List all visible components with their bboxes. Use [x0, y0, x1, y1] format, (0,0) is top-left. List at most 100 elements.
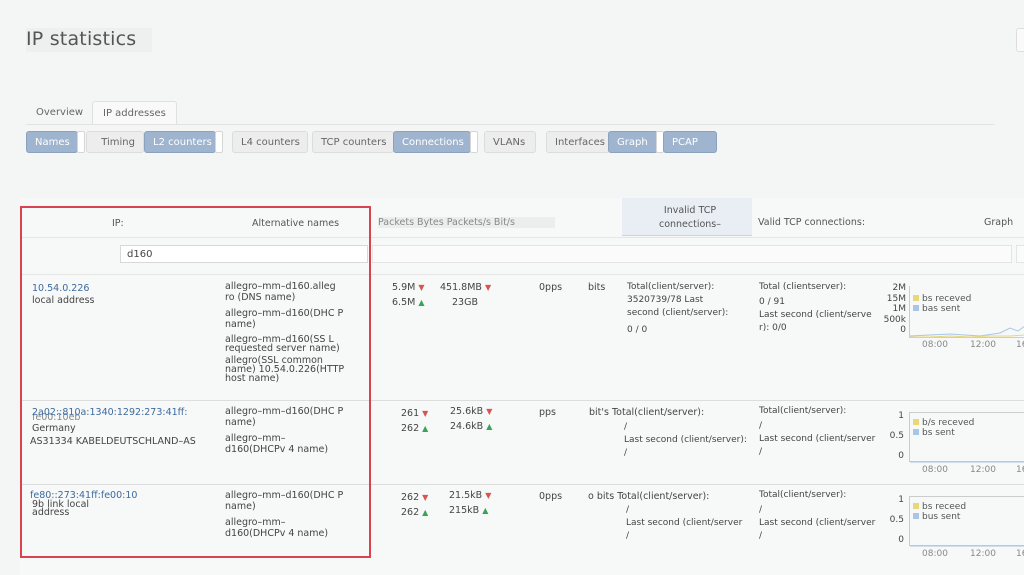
- bytes-in: 451.8MB: [440, 282, 482, 293]
- row2-legend: b/s receved bs sent: [913, 418, 974, 438]
- bytes-in: 21.5kB: [449, 490, 483, 501]
- invalid-total-value: 3520739/78 Last: [627, 295, 704, 305]
- invalid-total-value: /: [626, 505, 630, 515]
- legend-sent-swatch: [913, 305, 919, 311]
- graph-filter-input[interactable]: [1016, 245, 1024, 263]
- invalid-total-label: Total(client/server):: [627, 282, 715, 292]
- legend-received: bs receed: [922, 502, 967, 512]
- toggle-vlans-button[interactable]: VLANs: [484, 131, 536, 153]
- arrow-down-icon: ▼: [422, 493, 429, 502]
- row2-bytes: 25.6kB ▼ 24.6kB ▲: [450, 406, 492, 432]
- row3-pps: 0pps: [539, 491, 563, 502]
- legend-received: bs receved: [922, 294, 972, 304]
- x-tick: 08:00: [922, 549, 948, 559]
- valid-total-label: Total(client/server):: [759, 490, 847, 500]
- toggle-l4-counters-button[interactable]: L4 counters: [232, 131, 308, 153]
- packets-in: 262: [401, 492, 420, 503]
- row1-bits: bits: [588, 282, 606, 293]
- toggle-interfaces-button[interactable]: Interfaces: [546, 131, 610, 153]
- tab-overview[interactable]: Overview: [26, 101, 93, 125]
- toggle-tcp-counters-button[interactable]: TCP counters: [312, 131, 394, 153]
- header-invalid-tcp[interactable]: Invalid TCP connections–: [640, 204, 740, 232]
- invalid-last-second-value: 0 / 0: [627, 325, 648, 335]
- arrow-up-icon: ▲: [482, 506, 489, 515]
- series-sent-line: [909, 326, 1024, 337]
- row2-pps: pps: [539, 407, 557, 418]
- toggle-graph-button[interactable]: Graph: [608, 131, 658, 153]
- y-tick: 1: [898, 411, 904, 421]
- arrow-down-icon: ▼: [486, 407, 493, 416]
- row3-valid: Total(client/server): / Last second (cli…: [759, 490, 885, 542]
- column-filter-input[interactable]: [372, 245, 1012, 263]
- valid-total-label: Total(client/server):: [759, 406, 847, 416]
- x-tick: 16: [1016, 340, 1024, 350]
- y-tick: 0: [898, 535, 904, 545]
- toggle-timing-button[interactable]: Timing: [86, 131, 144, 153]
- y-tick: 0.5: [889, 431, 904, 441]
- x-tick: 16: [1016, 465, 1024, 475]
- packets-in: 5.9M: [392, 282, 416, 293]
- row1-graph-yaxis: 2M 15M 1M 500k 0: [878, 283, 906, 336]
- y-tick: 15M: [886, 293, 906, 304]
- toggle-names-button[interactable]: Names: [26, 131, 78, 153]
- invalid-last-second-label: Last second (client/server: [626, 518, 743, 528]
- legend-received: b/s receved: [922, 418, 975, 428]
- row1-packets: 5.9M ▼ 6.5M ▲: [392, 282, 425, 308]
- tab-divider: [26, 124, 994, 125]
- row2-valid: Total(client/server): / Last second (cli…: [759, 406, 885, 458]
- valid-total-value: 0 / 91: [759, 297, 785, 307]
- bytes-out: 215kB: [449, 505, 480, 516]
- legend-sent: bas sent: [922, 304, 961, 314]
- row3-bytes: 21.5kB ▼ 215kB ▲: [449, 490, 491, 516]
- highlight-box: [20, 206, 371, 558]
- packets-in: 261: [401, 408, 420, 419]
- arrow-up-icon: ▲: [418, 298, 425, 307]
- valid-last-second-value: /: [759, 447, 763, 457]
- invalid-last-second-label: Last second (client/server):: [624, 435, 747, 445]
- toggle-pcap-button[interactable]: PCAP: [663, 131, 717, 153]
- valid-last-second-label: Last second (client/server: [759, 434, 876, 444]
- valid-total-value: /: [759, 505, 763, 515]
- legend-received-swatch: [913, 503, 919, 509]
- y-tick: 1: [898, 495, 904, 505]
- valid-last-second-value: /: [759, 531, 763, 541]
- valid-last-second-label: Last second (client/server: [759, 518, 876, 528]
- row1-bytes: 451.8MB ▼ 23GB: [440, 282, 491, 308]
- y-tick: 0: [900, 325, 906, 335]
- row3-invalid: / Last second (client/server /: [626, 505, 756, 542]
- valid-total-label: Total (clientserver):: [759, 282, 847, 292]
- row1-valid: Total (clientserver): 0 / 91 Last second…: [759, 282, 883, 334]
- header-counters[interactable]: Packets Bytes Packets/s Bit/s: [378, 217, 555, 228]
- legend-received-swatch: [913, 295, 919, 301]
- header-graph[interactable]: Graph: [984, 217, 1013, 228]
- row3-graph-yaxis: 1 0.5 0: [888, 494, 904, 546]
- y-tick: 0: [898, 451, 904, 461]
- toggle-connections-button[interactable]: Connections: [393, 131, 471, 153]
- top-right-button[interactable]: [1016, 28, 1024, 52]
- legend-sent-swatch: [913, 429, 919, 435]
- button-separator: [470, 131, 478, 153]
- row1-legend: bs receved bas sent: [913, 294, 971, 314]
- bytes-in: 25.6kB: [450, 406, 484, 417]
- header-valid-tcp[interactable]: Valid TCP connections:: [758, 217, 865, 228]
- row3-packets: 262 ▼ 262 ▲: [401, 492, 428, 518]
- toggle-l2-counters-button[interactable]: L2 counters: [144, 131, 216, 153]
- valid-last-second-label: Last second (client/serve: [759, 310, 872, 320]
- legend-sent: bus sent: [922, 512, 961, 522]
- valid-total-value: /: [759, 421, 763, 431]
- bytes-out: 24.6kB: [450, 421, 484, 432]
- arrow-down-icon: ▼: [422, 409, 429, 418]
- y-tick: 2M: [892, 283, 907, 293]
- packets-out: 262: [401, 507, 420, 518]
- bytes-out: 23GB: [452, 297, 478, 308]
- invalid-last-second-value: /: [624, 448, 628, 458]
- arrow-up-icon: ▲: [486, 422, 493, 431]
- legend-sent-swatch: [913, 513, 919, 519]
- y-tick: 0.5: [889, 515, 904, 525]
- invalid-last-second-label: second (client/server):: [627, 308, 729, 318]
- row2-invalid: / Last second (client/server): /: [624, 422, 754, 459]
- arrow-up-icon: ▲: [422, 508, 429, 517]
- tab-ip-addresses[interactable]: IP addresses: [92, 101, 177, 125]
- page-title: IP statistics: [26, 28, 153, 52]
- x-tick: 12:00: [970, 465, 996, 475]
